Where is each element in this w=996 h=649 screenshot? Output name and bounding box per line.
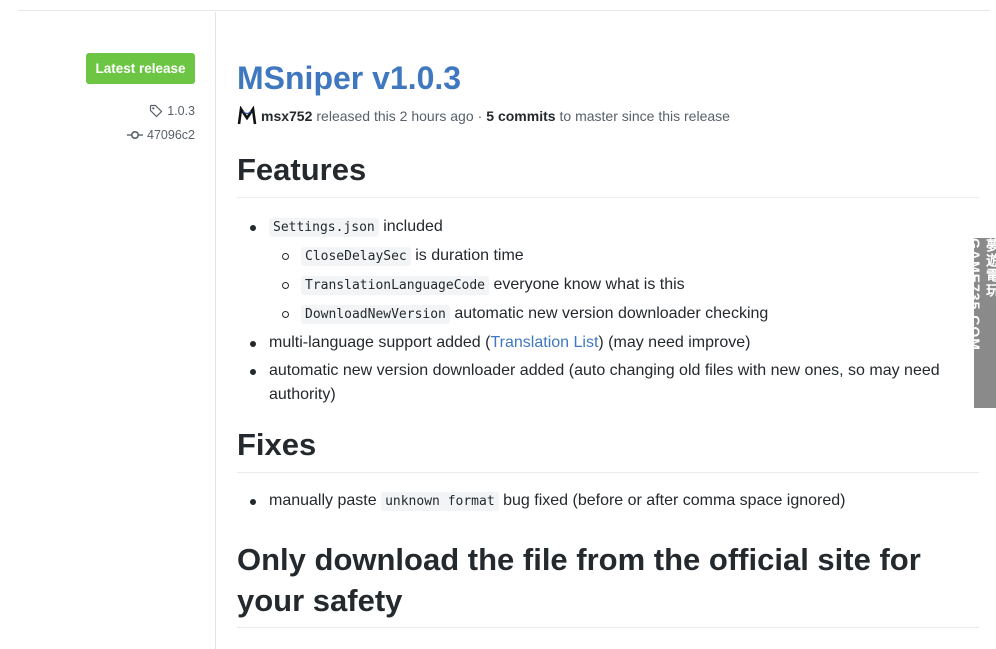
- watermark: 夢遊電玩 GAME735.COM: [967, 238, 996, 408]
- item-text: included: [383, 218, 443, 235]
- code-download-new-version: DownloadNewVersion: [301, 305, 450, 324]
- item-text: automatic new version downloader added (…: [269, 362, 940, 403]
- safety-heading: Only download the file from the official…: [237, 542, 921, 618]
- item-text: multi-language support added (: [269, 334, 491, 351]
- code-close-delay: CloseDelaySec: [301, 247, 411, 266]
- tag-label[interactable]: 1.0.3: [167, 104, 195, 118]
- safety-rule: [237, 627, 979, 628]
- list-item: TranslationLanguageCode everyone know wh…: [269, 273, 957, 298]
- features-heading: Features: [237, 152, 367, 187]
- list-item: manually paste unknown format bug fixed …: [237, 489, 957, 514]
- translation-list-link[interactable]: Translation List: [490, 334, 598, 351]
- tag-icon: [149, 104, 163, 118]
- commit-link[interactable]: 47096c2: [127, 128, 195, 142]
- code-translation-language: TranslationLanguageCode: [301, 276, 490, 295]
- list-item: DownloadNewVersion automatic new version…: [269, 302, 957, 327]
- list-item: multi-language support added (Translatio…: [237, 331, 957, 355]
- code-settings-json: Settings.json: [269, 218, 379, 237]
- item-text: manually paste: [269, 492, 377, 509]
- list-item: automatic new version downloader added (…: [237, 359, 957, 407]
- latest-release-badge: Latest release: [86, 53, 195, 84]
- commits-link[interactable]: 5 commits: [486, 108, 555, 124]
- item-text: is duration time: [415, 247, 524, 264]
- item-text: bug fixed (before or after comma space i…: [503, 492, 846, 509]
- list-item: Settings.json included CloseDelaySec is …: [237, 215, 957, 327]
- fixes-list: manually paste unknown format bug fixed …: [237, 489, 957, 518]
- commit-sha[interactable]: 47096c2: [147, 128, 195, 142]
- tag-link[interactable]: 1.0.3: [149, 104, 195, 118]
- fixes-rule: [237, 472, 979, 473]
- code-unknown-format: unknown format: [381, 492, 499, 511]
- release-title[interactable]: MSniper v1.0.3: [237, 58, 461, 98]
- list-item: CloseDelaySec is duration time: [269, 244, 957, 269]
- avatar[interactable]: [237, 105, 257, 126]
- item-text: everyone know what is this: [493, 276, 685, 293]
- author-link[interactable]: msx752: [261, 108, 312, 124]
- sidebar-divider: [215, 12, 216, 649]
- item-text: automatic new version downloader checkin…: [454, 305, 769, 322]
- top-border: [18, 10, 990, 11]
- commits-suffix: to master since this release: [559, 108, 730, 124]
- item-text: ) (may need improve): [598, 334, 751, 351]
- release-byline: msx752 released this 2 hours ago · 5 com…: [237, 105, 730, 126]
- features-list: Settings.json included CloseDelaySec is …: [237, 215, 957, 411]
- git-commit-icon: [127, 128, 144, 142]
- byline-separator: ·: [477, 108, 483, 124]
- fixes-heading: Fixes: [237, 427, 317, 462]
- released-time: released this 2 hours ago: [316, 108, 474, 124]
- features-rule: [237, 197, 979, 198]
- sub-list: CloseDelaySec is duration time Translati…: [269, 244, 957, 327]
